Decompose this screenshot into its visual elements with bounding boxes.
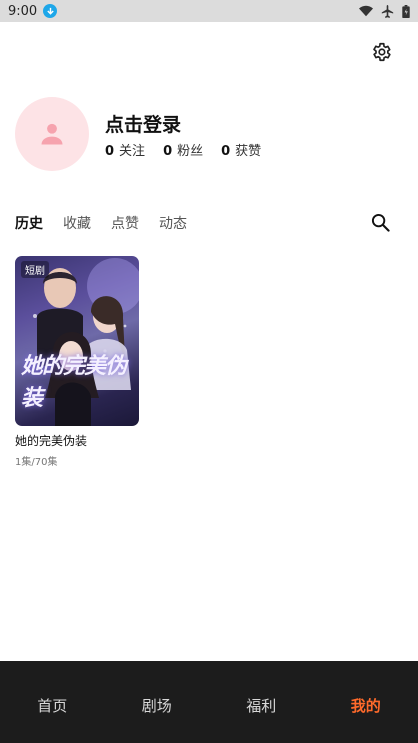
search-icon bbox=[371, 213, 390, 232]
short-drama-badge: 短剧 bbox=[21, 261, 49, 278]
person-icon bbox=[41, 123, 63, 145]
wifi-icon bbox=[359, 5, 373, 17]
episode-progress: 1集/70集 bbox=[15, 457, 58, 468]
drama-poster[interactable]: 短剧 她的完美伪装 bbox=[15, 256, 139, 426]
content-tabs: 历史 收藏 点赞 动态 bbox=[15, 213, 187, 233]
stat-value: 0 bbox=[105, 144, 115, 159]
tab-likes[interactable]: 点赞 bbox=[111, 213, 139, 233]
avatar[interactable] bbox=[15, 97, 89, 171]
nav-mine[interactable]: 我的 bbox=[314, 661, 418, 743]
stat-label: 关注 bbox=[119, 144, 146, 159]
bottom-nav: 首页 剧场 福利 我的 bbox=[0, 661, 418, 743]
history-card[interactable]: 短剧 她的完美伪装 她的完美伪装 1集/70集 bbox=[15, 256, 139, 468]
settings-button[interactable] bbox=[369, 40, 393, 64]
nav-home[interactable]: 首页 bbox=[0, 661, 105, 743]
stat-value: 0 bbox=[163, 144, 173, 159]
stat-value: 0 bbox=[221, 144, 231, 159]
status-bar: 9:00 bbox=[0, 0, 418, 22]
stat-likes[interactable]: 0 获赞 bbox=[221, 140, 261, 159]
tab-activity[interactable]: 动态 bbox=[159, 213, 187, 233]
login-link[interactable]: 点击登录 bbox=[105, 110, 181, 137]
search-button[interactable] bbox=[369, 211, 391, 233]
airplane-icon bbox=[381, 4, 394, 18]
stat-label: 获赞 bbox=[235, 144, 262, 159]
drama-title[interactable]: 她的完美伪装 bbox=[15, 432, 139, 449]
profile-stats: 0 关注 0 粉丝 0 获赞 bbox=[105, 140, 261, 159]
stat-label: 粉丝 bbox=[177, 144, 204, 159]
battery-icon bbox=[402, 4, 410, 18]
nav-welfare[interactable]: 福利 bbox=[209, 661, 314, 743]
tab-history[interactable]: 历史 bbox=[15, 213, 43, 233]
status-icons bbox=[359, 4, 410, 18]
status-time: 9:00 bbox=[8, 3, 38, 19]
stat-fans[interactable]: 0 粉丝 bbox=[163, 140, 203, 159]
poster-title: 她的完美伪装 bbox=[21, 353, 127, 411]
stat-following[interactable]: 0 关注 bbox=[105, 140, 145, 159]
gear-icon bbox=[373, 42, 391, 62]
tab-favorites[interactable]: 收藏 bbox=[63, 213, 91, 233]
download-icon bbox=[43, 4, 58, 18]
nav-theater[interactable]: 剧场 bbox=[105, 661, 210, 743]
